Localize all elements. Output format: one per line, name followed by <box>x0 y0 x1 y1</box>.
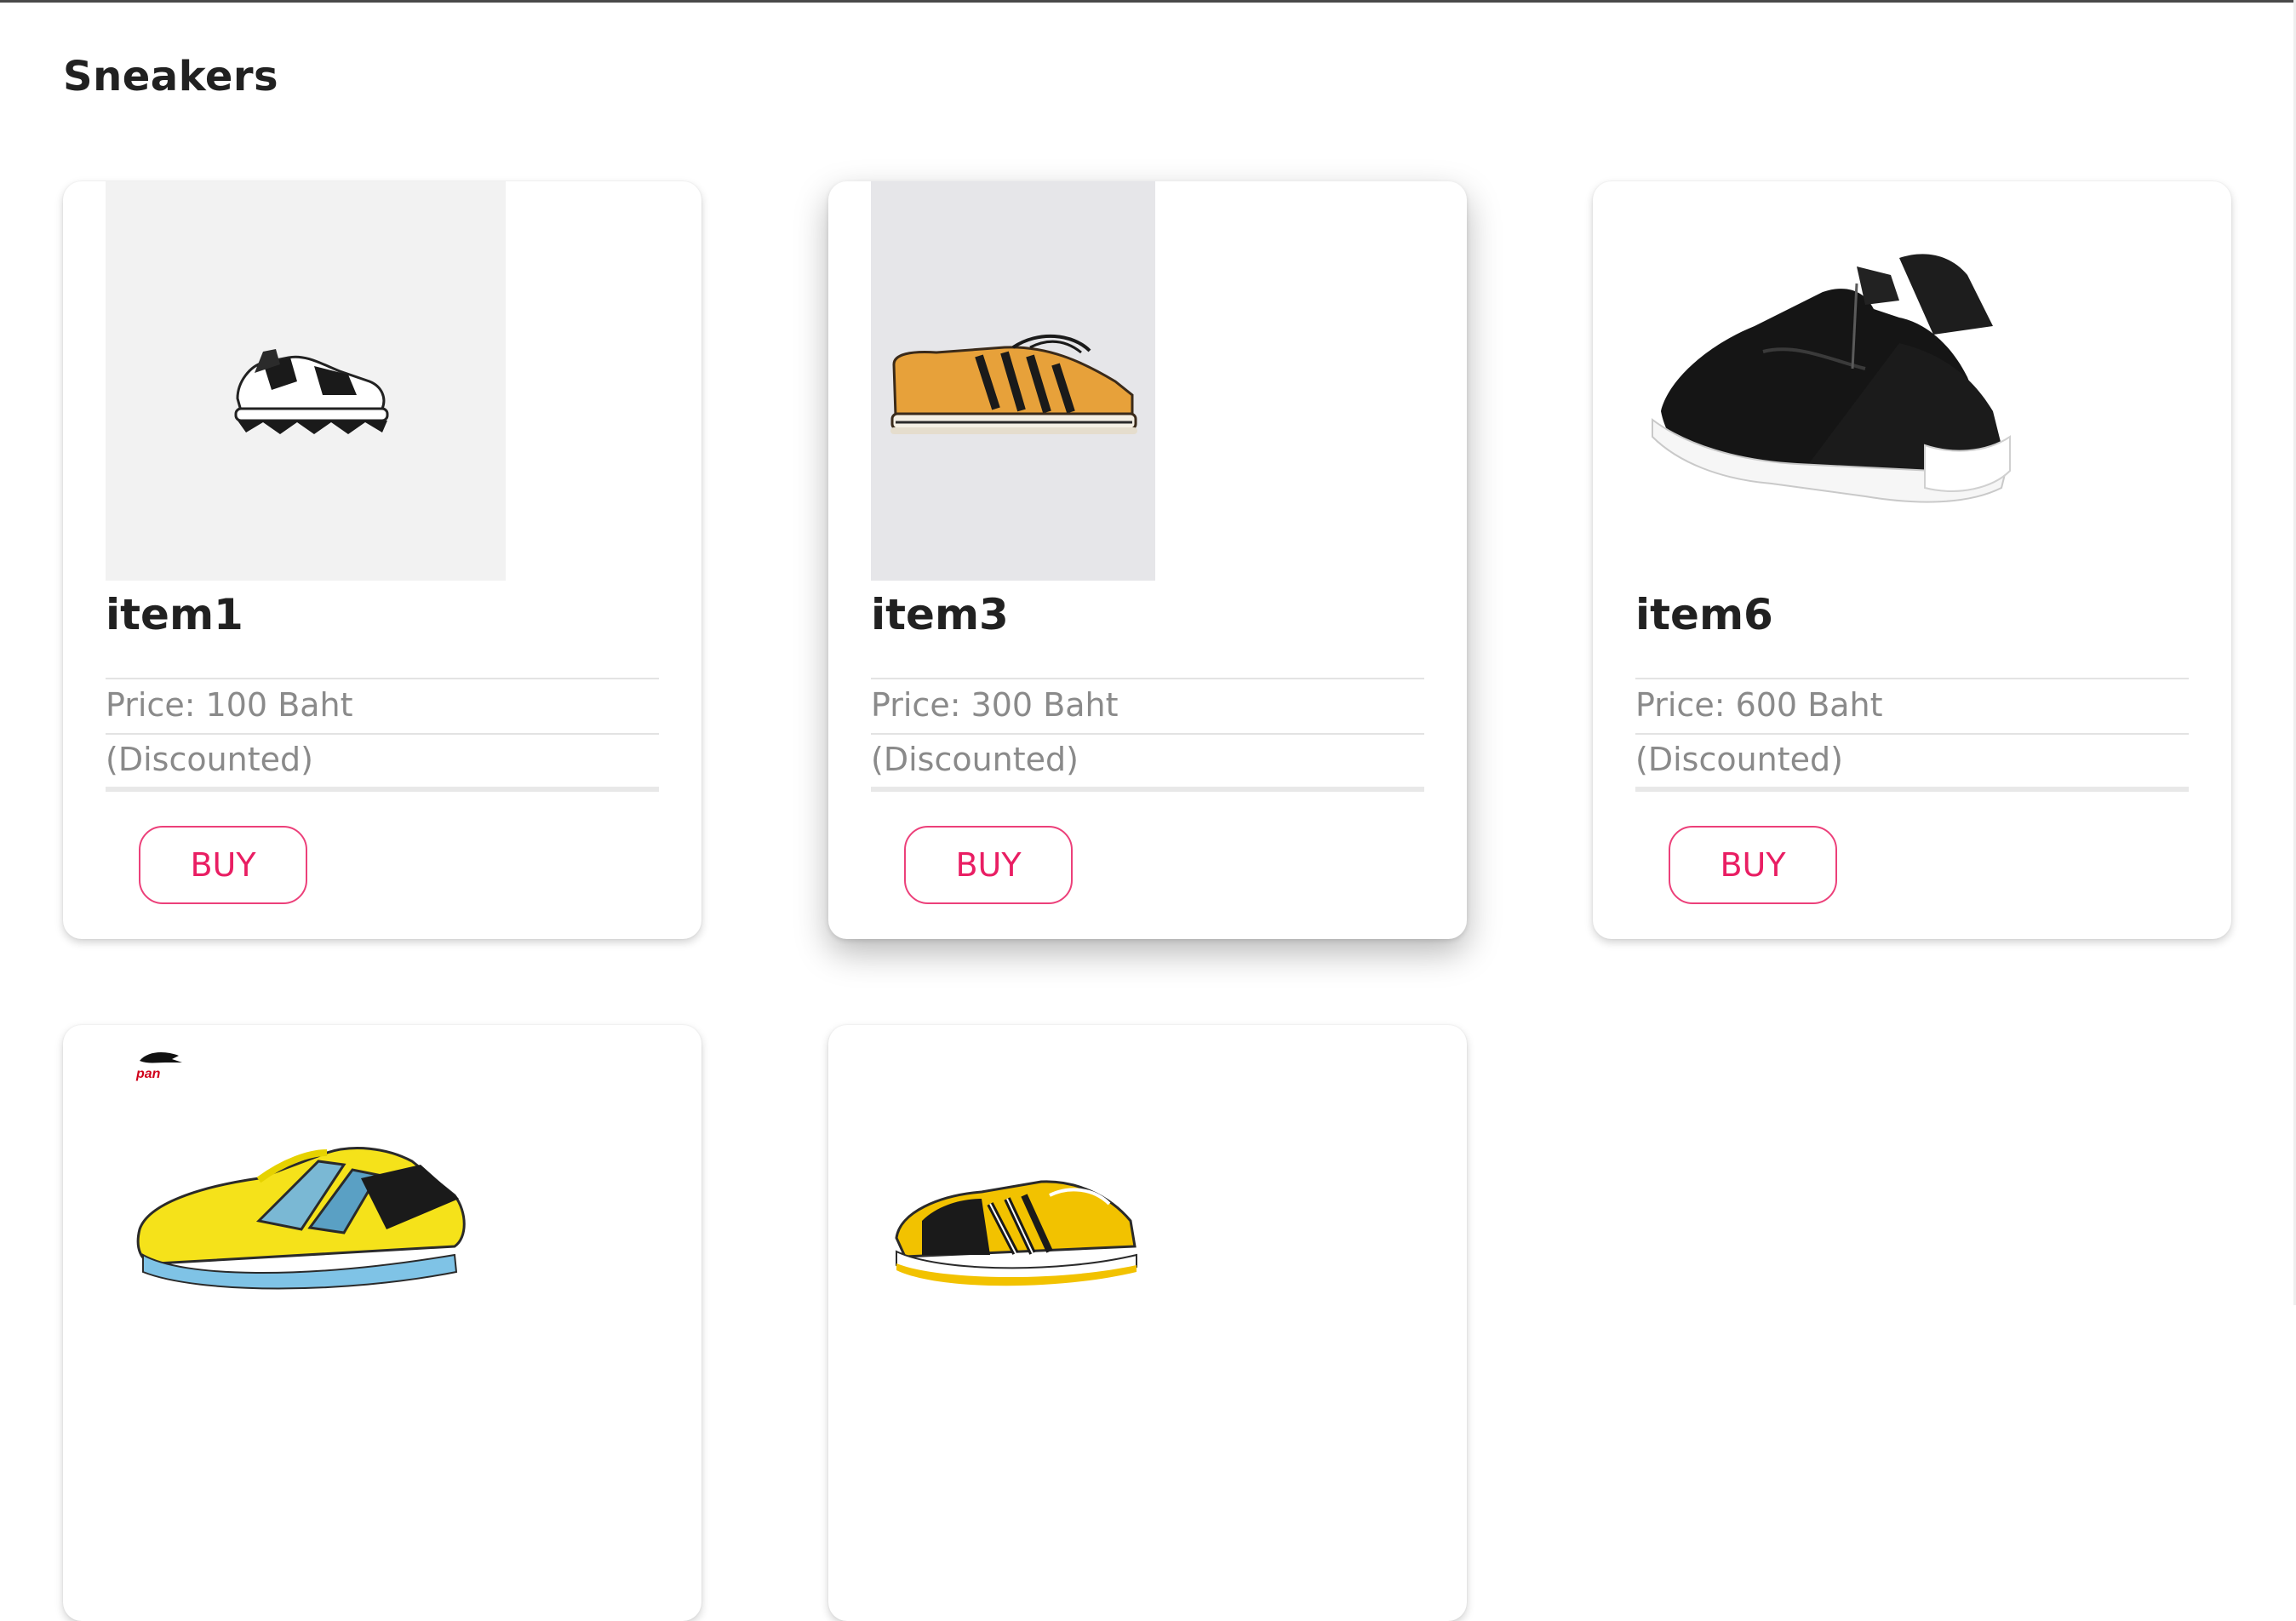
divider <box>1635 787 2189 792</box>
divider <box>106 733 659 735</box>
discount-note: (Discounted) <box>1635 741 1843 778</box>
product-image <box>1635 181 2027 581</box>
orange-striped-sneaker-icon <box>890 334 1137 434</box>
product-name: item3 <box>871 590 1009 639</box>
divider <box>871 678 1424 679</box>
discount-note: (Discounted) <box>106 741 313 778</box>
divider <box>871 733 1424 735</box>
product-image <box>871 181 1155 581</box>
product-image <box>888 1161 1143 1301</box>
product-card: item6 Price: 600 Baht (Discounted) BUY <box>1593 181 2231 939</box>
product-price: Price: 100 Baht <box>106 686 353 724</box>
product-name: item1 <box>106 590 243 639</box>
product-name: item6 <box>1635 590 1773 639</box>
product-image <box>106 181 506 581</box>
product-image <box>131 1127 472 1301</box>
product-card <box>828 1025 1467 1621</box>
divider <box>106 787 659 792</box>
top-border <box>0 0 2296 3</box>
yellow-black-sneaker-icon <box>895 1180 1137 1286</box>
pan-logo-icon: pan <box>135 1052 182 1081</box>
product-price: Price: 600 Baht <box>1635 686 1883 724</box>
black-zip-sneaker-icon <box>1652 253 2011 503</box>
buy-button[interactable]: BUY <box>904 826 1073 904</box>
yellow-futsal-shoe-icon <box>136 1147 466 1290</box>
product-card: item3 Price: 300 Baht (Discounted) BUY <box>828 181 1467 939</box>
divider <box>1635 678 2189 679</box>
product-card: item1 Price: 100 Baht (Discounted) BUY <box>63 181 701 939</box>
buy-button[interactable]: BUY <box>139 826 307 904</box>
page-title: Sneakers <box>63 53 279 100</box>
brand-logo: pan <box>131 1047 191 1085</box>
discount-note: (Discounted) <box>871 741 1079 778</box>
buy-button[interactable]: BUY <box>1669 826 1837 904</box>
product-price: Price: 300 Baht <box>871 686 1119 724</box>
divider <box>1635 733 2189 735</box>
divider <box>106 678 659 679</box>
divider <box>871 787 1424 792</box>
svg-text:pan: pan <box>135 1067 161 1081</box>
white-black-chunky-sneaker-icon <box>234 348 389 434</box>
product-card: pan <box>63 1025 701 1621</box>
